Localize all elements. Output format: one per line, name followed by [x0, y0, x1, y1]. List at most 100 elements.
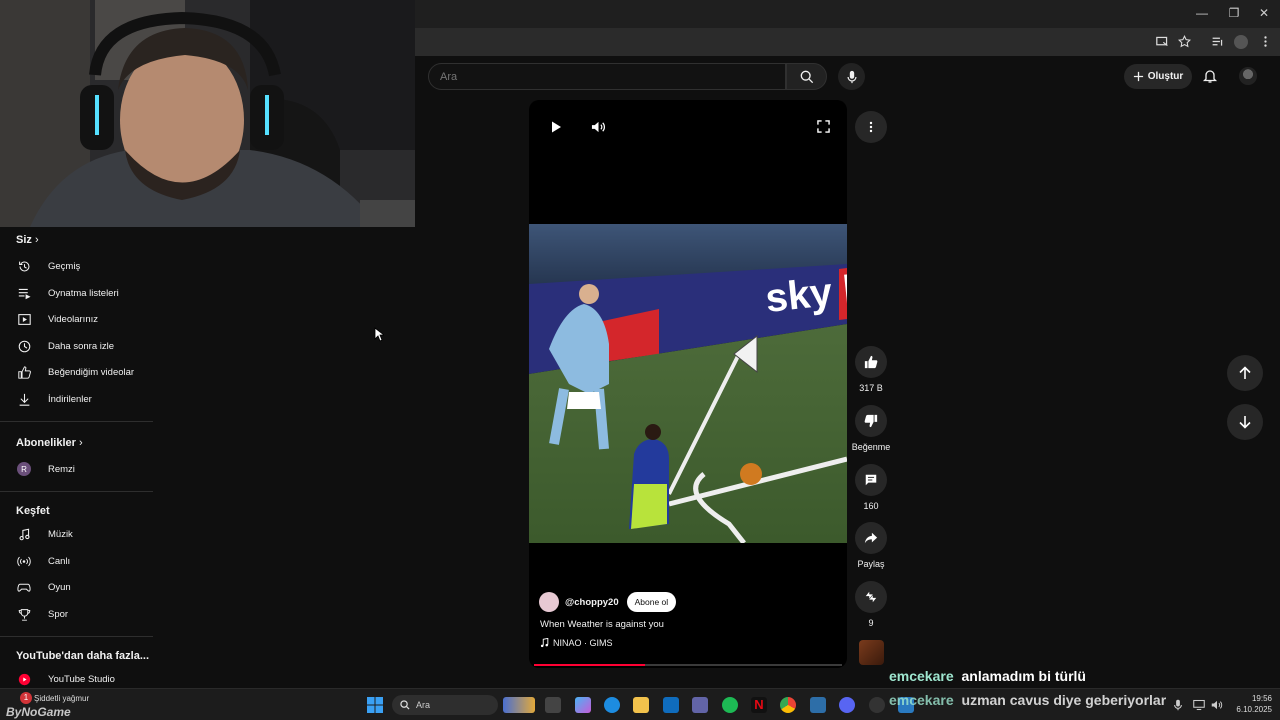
like-count: 317 B: [859, 383, 883, 393]
plus-icon: [1133, 71, 1143, 82]
bell-icon: [1202, 70, 1218, 83]
create-label: Oluştur: [1147, 71, 1184, 82]
sidebar-item-music[interactable]: Müzik: [0, 521, 153, 547]
sound-thumbnail[interactable]: [859, 640, 884, 665]
chat-username: emcekare: [889, 668, 954, 684]
cast-icon[interactable]: [1155, 35, 1169, 49]
chat-text: anlamadım bi türlü: [961, 668, 1086, 684]
taskbar-clock[interactable]: 19:56 6.10.2025: [1228, 693, 1272, 715]
previous-short-button[interactable]: [1227, 355, 1263, 391]
channel-name[interactable]: @choppy20: [565, 597, 619, 608]
chat-message: emcekare anlamadım bi türlü: [889, 668, 1086, 684]
sidebar-item-live[interactable]: Canlı: [0, 548, 153, 574]
sidebar-section-subscriptions[interactable]: Abonelikler ›: [16, 437, 83, 449]
notifications-button[interactable]: [1202, 68, 1218, 84]
channel-avatar: R: [17, 462, 31, 476]
chevron-right-icon: ›: [34, 234, 39, 246]
volume-icon[interactable]: [591, 120, 606, 134]
dislike-button[interactable]: [855, 405, 887, 437]
playlist-icon: [17, 286, 31, 300]
maximize-button[interactable]: ❐: [1226, 6, 1242, 20]
sidebar-item-remzi[interactable]: R Remzi: [0, 456, 153, 482]
youtube-studio-icon: [17, 672, 31, 686]
subscribe-button[interactable]: Abone ol: [626, 592, 677, 612]
short-video-frame[interactable]: sky bet: [529, 224, 847, 543]
discord-icon[interactable]: [839, 697, 855, 713]
sidebar-item-label: Beğendiğim videolar: [48, 366, 135, 378]
mouse-cursor-icon: [374, 327, 384, 342]
sidebar-divider: [0, 421, 153, 422]
search-icon: [800, 70, 813, 83]
sidebar-item-history[interactable]: Geçmiş: [0, 253, 153, 279]
voice-search-button[interactable]: [838, 63, 865, 90]
network-icon[interactable]: [1193, 699, 1205, 711]
clock-date: 6.10.2025: [1236, 705, 1272, 714]
comments-button[interactable]: [855, 464, 887, 496]
search-box[interactable]: [428, 63, 786, 90]
speaker-icon[interactable]: [1211, 699, 1223, 711]
progress-track[interactable]: [534, 664, 842, 666]
kebab-menu-icon[interactable]: [1258, 35, 1272, 49]
app-icon[interactable]: [810, 697, 826, 713]
sidebar-section-more: YouTube'dan daha fazla...: [16, 650, 149, 662]
task-view-icon[interactable]: [545, 697, 561, 713]
outlook-icon[interactable]: [663, 697, 679, 713]
spotify-icon[interactable]: [722, 697, 738, 713]
search-input[interactable]: [429, 64, 785, 89]
file-explorer-icon[interactable]: [633, 697, 649, 713]
media-control-icon[interactable]: [1210, 35, 1224, 49]
sidebar-item-label: Oynatma listeleri: [48, 287, 119, 299]
account-avatar[interactable]: [1239, 67, 1257, 85]
music-row[interactable]: NINAO · GIMS: [540, 638, 613, 648]
search-button[interactable]: [786, 63, 827, 90]
remix-action: 9: [854, 581, 888, 628]
weather-badge: 1: [20, 692, 32, 704]
taskbar-search[interactable]: Ara: [392, 695, 498, 715]
trophy-icon: [17, 607, 31, 621]
thumbs-up-icon: [864, 355, 878, 369]
minimize-button[interactable]: —: [1194, 6, 1210, 20]
widgets-icon[interactable]: [503, 697, 535, 713]
liked-icon: [17, 365, 31, 379]
like-button[interactable]: [855, 346, 887, 378]
thumbs-down-icon: [864, 414, 878, 428]
sidebar-item-label: Daha sonra izle: [48, 340, 115, 352]
bookmark-star-icon[interactable]: [1177, 34, 1191, 49]
play-icon[interactable]: [549, 120, 563, 134]
weather-text[interactable]: Şiddetli yağmur: [34, 694, 89, 703]
remix-icon: [865, 591, 877, 603]
profile-icon[interactable]: [1234, 35, 1248, 49]
share-button[interactable]: [855, 522, 887, 554]
sidebar-item-playlists[interactable]: Oynatma listeleri: [0, 280, 153, 306]
sidebar-item-your-videos[interactable]: Videolarınız: [0, 306, 153, 332]
copilot-icon[interactable]: [575, 697, 591, 713]
sidebar-item-liked-videos[interactable]: Beğendiğim videolar: [0, 359, 153, 385]
close-button[interactable]: ✕: [1256, 6, 1272, 20]
sidebar-divider: [0, 491, 153, 492]
sidebar-item-watch-later[interactable]: Daha sonra izle: [0, 333, 153, 359]
sidebar-item-downloads[interactable]: İndirilenler: [0, 386, 153, 412]
channel-avatar[interactable]: [539, 592, 559, 612]
obs-icon[interactable]: [869, 697, 885, 713]
fullscreen-icon[interactable]: [817, 120, 830, 133]
sidebar-item-gaming[interactable]: Oyun: [0, 574, 153, 600]
teams-icon[interactable]: [692, 697, 708, 713]
remix-button[interactable]: [855, 581, 887, 613]
windows-start-icon[interactable]: [367, 697, 383, 713]
comment-icon: [865, 474, 877, 486]
browser-title-bar: — ❐ ✕: [415, 0, 1280, 28]
dislike-action: Beğenme: [852, 405, 890, 452]
sidebar-section-explore: Keşfet: [16, 505, 50, 517]
microphone-icon[interactable]: [1173, 699, 1183, 711]
more-options-button[interactable]: [855, 111, 887, 143]
netflix-icon[interactable]: N: [751, 697, 767, 713]
next-short-button[interactable]: [1227, 404, 1263, 440]
microphone-icon: [846, 70, 857, 83]
sidebar-section-you[interactable]: Siz ›: [16, 234, 39, 246]
sidebar-item-sports[interactable]: Spor: [0, 601, 153, 627]
live-icon: [17, 554, 31, 568]
edge-icon[interactable]: [604, 697, 620, 713]
chrome-icon[interactable]: [780, 697, 796, 713]
create-button[interactable]: Oluştur: [1124, 64, 1192, 89]
chat-text: uzman cavus diye geberiyorlar: [961, 692, 1167, 708]
